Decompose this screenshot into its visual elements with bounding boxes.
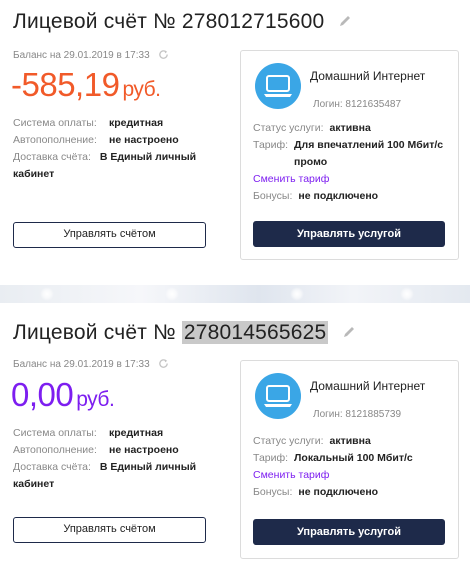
refresh-icon[interactable] [158, 358, 169, 369]
detail-value: не настроено [109, 134, 179, 146]
detail-payment-system: Система оплаты: кредитная [13, 115, 223, 132]
manage-service-button[interactable]: Управлять услугой [253, 519, 445, 545]
account-title: Лицевой счёт № 278014565625 [13, 321, 356, 345]
detail-label: Доставка счёта: [13, 151, 91, 163]
service-bonus: Бонусы: не подключено [253, 188, 453, 205]
change-tariff-link[interactable]: Сменить тариф [253, 467, 453, 484]
detail-payment-system: Система оплаты: кредитная [13, 425, 223, 442]
service-bonus: Бонусы: не подключено [253, 484, 453, 501]
account-details: Система оплаты: кредитная Автопополнение… [13, 425, 223, 493]
sparkle-decoration [290, 287, 304, 301]
service-status-value: активна [329, 435, 371, 447]
balance-unit: руб. [122, 78, 161, 101]
balance-amount: -585,19 руб. [11, 66, 161, 104]
manage-service-button[interactable]: Управлять услугой [253, 221, 445, 247]
service-bonus-label: Бонусы: [253, 486, 293, 498]
balance-amount: 0,00 руб. [11, 376, 115, 414]
manage-account-button[interactable]: Управлять счётом [13, 222, 206, 248]
service-login: Логин: 8121635487 [313, 99, 402, 110]
service-bonus-label: Бонусы: [253, 190, 293, 202]
balance-caption: Баланс на 29.01.2019 в 17:33 [13, 359, 169, 370]
detail-label: Автопополнение: [13, 444, 97, 456]
service-tariff-value: Для впечатлений 100 Мбит/с промо [294, 139, 444, 168]
service-status-label: Статус услуги: [253, 435, 324, 447]
service-bonus-value: не подключено [298, 486, 379, 498]
service-tariff: Тариф: Локальный 100 Мбит/с [253, 450, 453, 467]
account-title-prefix: Лицевой счёт № [13, 321, 176, 344]
service-tariff-value: Локальный 100 Мбит/с [294, 452, 413, 464]
manage-account-button[interactable]: Управлять счётом [13, 517, 206, 543]
sparkle-decoration [400, 287, 414, 301]
detail-autopay: Автопополнение: не настроено [13, 442, 223, 459]
sparkle-decoration [165, 287, 179, 301]
detail-label: Система оплаты: [13, 117, 97, 129]
detail-value: не настроено [109, 444, 179, 456]
sparkle-decoration [40, 287, 54, 301]
balance-caption: Баланс на 29.01.2019 в 17:33 [13, 50, 169, 61]
account-number: 278012715600 [181, 10, 325, 33]
account-title-prefix: Лицевой счёт № [13, 10, 176, 33]
account-number: 278014565625 [181, 321, 329, 344]
service-tariff: Тариф: Для впечатлений 100 Мбит/с промо [253, 137, 453, 171]
pencil-icon[interactable] [338, 14, 352, 28]
detail-label: Система оплаты: [13, 427, 97, 439]
detail-label: Доставка счёта: [13, 461, 91, 473]
change-tariff-link[interactable]: Сменить тариф [253, 171, 453, 188]
balance-date: Баланс на 29.01.2019 в 17:33 [13, 359, 150, 370]
balance-value: -585,19 [11, 66, 120, 103]
service-card: Домашний Интернет Логин: 8121885739 Стат… [240, 360, 459, 559]
service-status: Статус услуги: активна [253, 433, 453, 450]
service-tariff-label: Тариф: [253, 139, 289, 151]
laptop-icon [255, 373, 301, 419]
laptop-icon [255, 63, 301, 109]
account-card-1: Лицевой счёт № 278012715600 Баланс на 29… [0, 0, 470, 285]
service-tariff-label: Тариф: [253, 452, 289, 464]
balance-value: 0,00 [11, 376, 74, 413]
account-card-2: Лицевой счёт № 278014565625 Баланс на 29… [0, 303, 470, 570]
service-name: Домашний Интернет [310, 69, 426, 83]
pencil-icon[interactable] [342, 325, 356, 339]
detail-label: Автопополнение: [13, 134, 97, 146]
section-divider [0, 285, 470, 303]
balance-date: Баланс на 29.01.2019 в 17:33 [13, 50, 150, 61]
account-title: Лицевой счёт № 278012715600 [13, 10, 352, 34]
detail-delivery: Доставка счёта: В Единый личный кабинет [13, 459, 223, 493]
service-status-label: Статус услуги: [253, 122, 324, 134]
detail-value: кредитная [109, 427, 164, 439]
service-status: Статус услуги: активна [253, 120, 453, 137]
service-name: Домашний Интернет [310, 379, 426, 393]
detail-delivery: Доставка счёта: В Единый личный кабинет [13, 149, 223, 183]
service-status-value: активна [329, 122, 371, 134]
refresh-icon[interactable] [158, 49, 169, 60]
service-login: Логин: 8121885739 [313, 409, 402, 420]
balance-unit: руб. [76, 388, 115, 411]
service-bonus-value: не подключено [298, 190, 379, 202]
service-card: Домашний Интернет Логин: 8121635487 Стат… [240, 50, 459, 260]
service-details: Статус услуги: активна Тариф: Локальный … [253, 433, 453, 501]
account-details: Система оплаты: кредитная Автопополнение… [13, 115, 223, 183]
service-details: Статус услуги: активна Тариф: Для впечат… [253, 120, 453, 205]
detail-autopay: Автопополнение: не настроено [13, 132, 223, 149]
detail-value: кредитная [109, 117, 164, 129]
